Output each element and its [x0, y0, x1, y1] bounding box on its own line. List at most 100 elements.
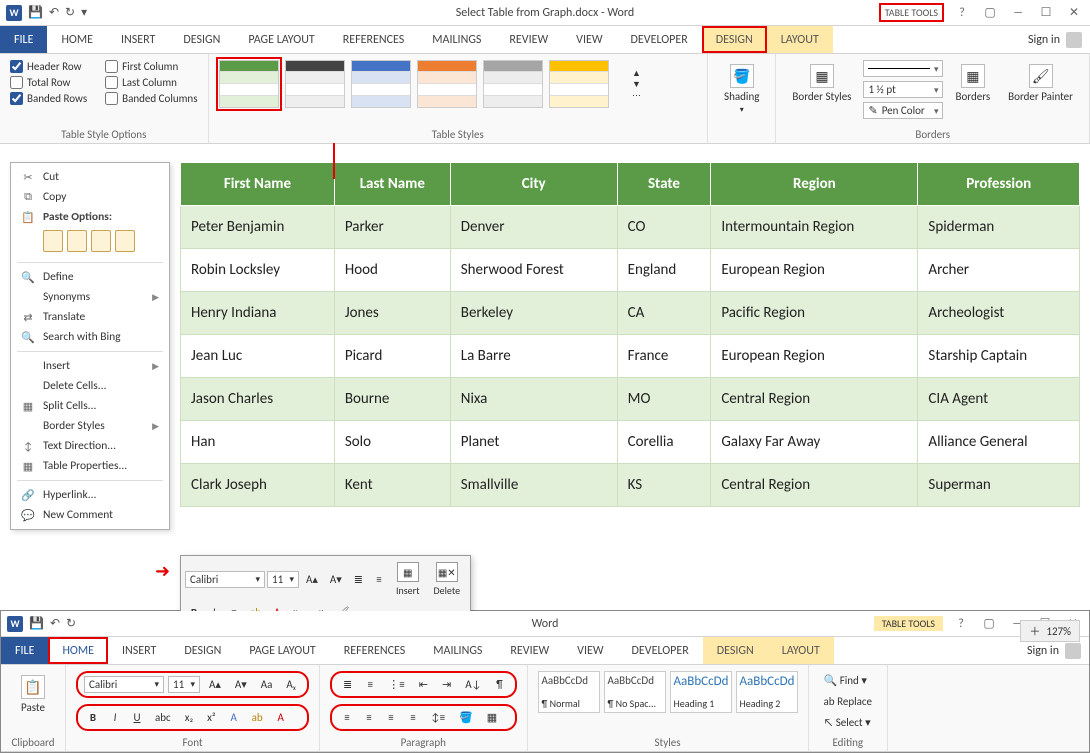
style-normal[interactable]: AaBbCcDd¶ Normal	[538, 671, 600, 713]
find-button[interactable]: 🔍 Find ▾	[819, 671, 878, 690]
tab-view[interactable]: VIEW	[562, 26, 616, 53]
table-cell[interactable]: KS	[617, 464, 711, 507]
help-icon[interactable]: ?	[952, 6, 972, 20]
redo-icon[interactable]: ↻	[65, 5, 75, 20]
maximize-icon[interactable]: ☐	[1036, 5, 1056, 20]
borders-2-icon[interactable]: ▦	[482, 708, 502, 727]
border-line-style[interactable]	[863, 60, 943, 77]
multilevel-icon[interactable]: ⋮≡	[383, 675, 409, 694]
table-style-gray[interactable]	[483, 60, 543, 108]
table-row[interactable]: HanSoloPlanetCorelliaGalaxy Far AwayAlli…	[181, 421, 1080, 464]
underline-icon[interactable]: U	[128, 708, 146, 727]
pen-weight-combo[interactable]: 1 ½ pt	[863, 81, 943, 98]
tab2-view[interactable]: VIEW	[563, 637, 617, 664]
table-cell[interactable]: Robin Locksley	[181, 249, 335, 292]
italic-2-icon[interactable]: I	[106, 708, 124, 727]
tab2-mailings[interactable]: MAILINGS	[419, 637, 496, 664]
table-cell[interactable]: Central Region	[711, 464, 918, 507]
cm-copy[interactable]: ⧉Copy	[11, 187, 169, 207]
save-icon-2[interactable]: 💾	[29, 616, 44, 631]
table-cell[interactable]: Henry Indiana	[181, 292, 335, 335]
check-banded-columns[interactable]: Banded Columns	[105, 92, 197, 105]
tab-home[interactable]: HOME	[47, 26, 107, 53]
table-cell[interactable]: Pacific Region	[711, 292, 918, 335]
cm-table-properties[interactable]: ▦Table Properties...	[11, 456, 169, 476]
shading-button[interactable]: 🪣 Shading▾	[718, 60, 765, 119]
table-cell[interactable]: La Barre	[450, 335, 617, 378]
mini-font-combo[interactable]: Calibri▾	[185, 571, 265, 588]
tab-review[interactable]: REVIEW	[495, 26, 562, 53]
text-effects-icon[interactable]: A	[225, 708, 243, 727]
table-cell[interactable]: Bourne	[334, 378, 450, 421]
table-cell[interactable]: Han	[181, 421, 335, 464]
check-header-row[interactable]: Header Row	[10, 60, 87, 73]
cm-split-cells[interactable]: ▦Split Cells...	[11, 396, 169, 416]
table-header[interactable]: First Name	[181, 163, 335, 206]
cm-text-direction[interactable]: ↕Text Direction...	[11, 436, 169, 456]
tab2-home[interactable]: HOME	[48, 637, 108, 664]
sign-in-link[interactable]: Sign in	[1028, 33, 1060, 47]
numbering-icon[interactable]: ≡	[370, 570, 388, 589]
style-no-spacing[interactable]: AaBbCcDd¶ No Spac...	[604, 671, 666, 713]
dec-indent-2-icon[interactable]: ⇤	[414, 675, 433, 694]
tab2-references[interactable]: REFERENCES	[330, 637, 420, 664]
table-cell[interactable]: Planet	[450, 421, 617, 464]
table-style-blue[interactable]	[351, 60, 411, 108]
cm-delete-cells[interactable]: Delete Cells...	[11, 376, 169, 396]
cm-new-comment[interactable]: 💬New Comment	[11, 505, 169, 525]
tab2-design[interactable]: DESIGN	[170, 637, 235, 664]
bullets-icon[interactable]: ≣	[349, 570, 368, 589]
highlight-2-icon[interactable]: ab	[247, 708, 268, 727]
change-case-icon[interactable]: Aa	[256, 675, 278, 694]
check-banded-rows[interactable]: Banded Rows	[10, 92, 87, 105]
borders-button[interactable]: ▦Borders	[949, 60, 996, 119]
inc-indent-2-icon[interactable]: ⇥	[437, 675, 456, 694]
tab-table-design[interactable]: DESIGN	[702, 26, 767, 53]
undo-icon[interactable]: ↶	[49, 5, 59, 20]
sign-in-link-2[interactable]: Sign in	[1027, 644, 1059, 658]
subscript-icon[interactable]: x₂	[180, 708, 198, 727]
table-row[interactable]: Clark JosephKentSmallvilleKSCentral Regi…	[181, 464, 1080, 507]
table-style-orange[interactable]	[417, 60, 477, 108]
shrink-font-2-icon[interactable]: A▾	[230, 675, 252, 694]
tab-design[interactable]: DESIGN	[169, 26, 234, 53]
table-cell[interactable]: Jones	[334, 292, 450, 335]
table-row[interactable]: Henry IndianaJonesBerkeleyCAPacific Regi…	[181, 292, 1080, 335]
table-row[interactable]: Jason CharlesBourneNixaMOCentral RegionC…	[181, 378, 1080, 421]
cm-border-styles[interactable]: Border Styles▶	[11, 416, 169, 436]
paste-picture-icon[interactable]	[91, 230, 111, 252]
table-cell[interactable]: European Region	[711, 249, 918, 292]
cm-hyperlink[interactable]: 🔗Hyperlink...	[11, 485, 169, 505]
cm-cut[interactable]: ✂Cut	[11, 167, 169, 187]
document-table[interactable]: First NameLast NameCityStateRegionProfes…	[180, 162, 1080, 507]
cm-insert[interactable]: Insert▶	[11, 356, 169, 376]
table-row[interactable]: Jean LucPicardLa BarreFranceEuropean Reg…	[181, 335, 1080, 378]
minimize-icon[interactable]: ―	[1008, 6, 1028, 20]
table-cell[interactable]: Galaxy Far Away	[711, 421, 918, 464]
table-cell[interactable]: Intermountain Region	[711, 206, 918, 249]
table-cell[interactable]: Starship Captain	[918, 335, 1080, 378]
table-style-dark[interactable]	[285, 60, 345, 108]
table-cell[interactable]: CO	[617, 206, 711, 249]
shrink-font-icon[interactable]: A▾	[325, 570, 347, 589]
table-cell[interactable]: France	[617, 335, 711, 378]
table-header[interactable]: City	[450, 163, 617, 206]
pen-color-button[interactable]: ✎Pen Color	[863, 102, 943, 119]
table-header[interactable]: State	[617, 163, 711, 206]
table-style-green[interactable]	[219, 60, 279, 108]
size-combo-2[interactable]: 11▾	[168, 676, 200, 693]
avatar-icon-2[interactable]	[1065, 643, 1081, 659]
table-cell[interactable]: Jean Luc	[181, 335, 335, 378]
strike-icon[interactable]: abc	[150, 708, 176, 727]
table-cell[interactable]: Spiderman	[918, 206, 1080, 249]
help-icon-2[interactable]: ?	[951, 617, 971, 631]
clear-format-icon[interactable]: Aᵪ	[281, 675, 301, 694]
grow-font-icon[interactable]: A▴	[301, 570, 323, 589]
table-cell[interactable]: England	[617, 249, 711, 292]
tab2-insert[interactable]: INSERT	[108, 637, 170, 664]
table-cell[interactable]: Berkeley	[450, 292, 617, 335]
table-cell[interactable]: Jason Charles	[181, 378, 335, 421]
avatar-icon[interactable]	[1066, 32, 1082, 48]
qat-caret-icon[interactable]: ▾	[81, 5, 87, 20]
align-center-2-icon[interactable]: ≡	[360, 708, 378, 727]
